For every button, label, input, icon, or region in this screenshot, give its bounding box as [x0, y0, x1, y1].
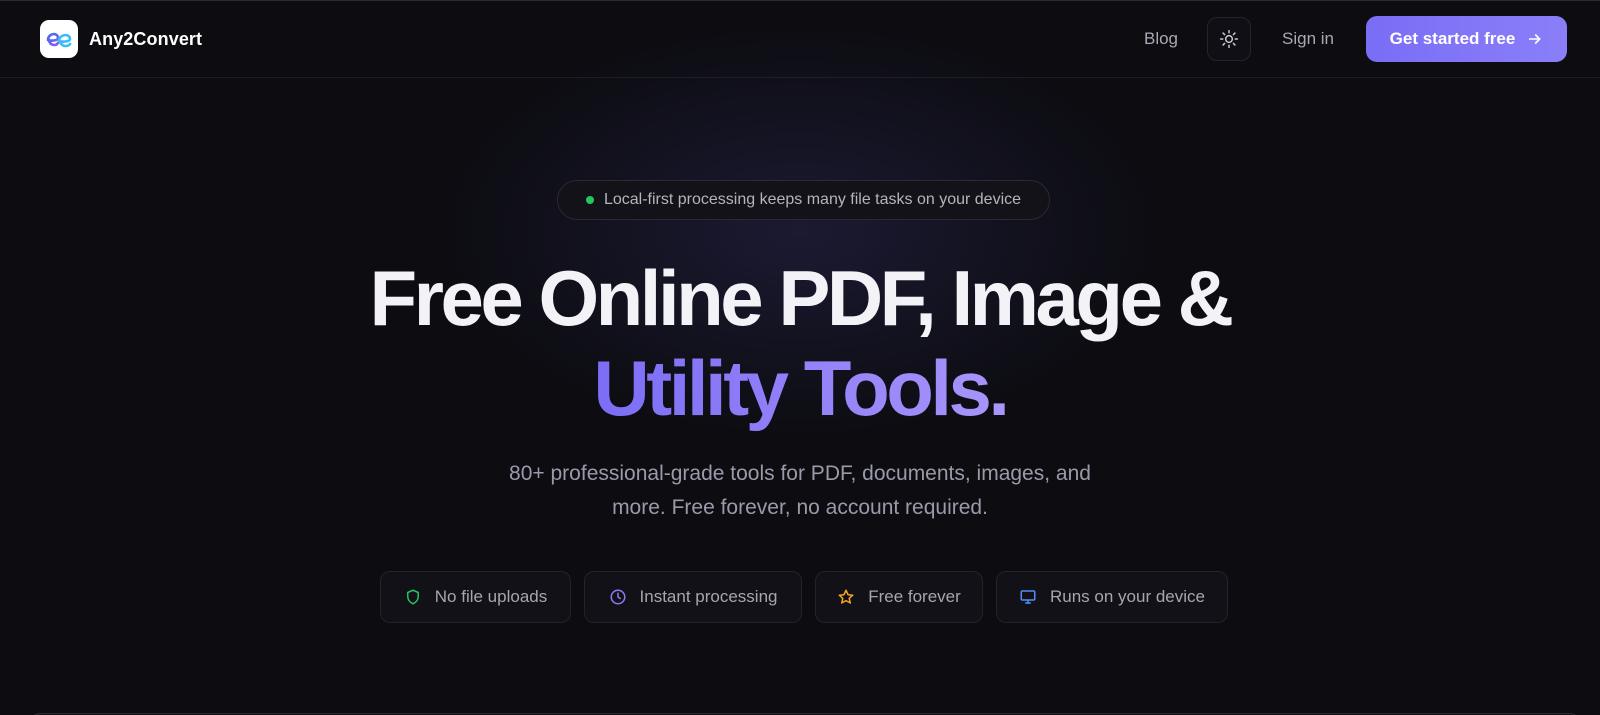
status-dot	[585, 196, 594, 204]
feature-chips: No file uploads Instant processing Free …	[380, 571, 1228, 623]
feature-free-forever: Free forever	[815, 571, 983, 623]
monitor-icon	[1020, 590, 1036, 604]
sign-in-link[interactable]: Sign in	[1282, 29, 1334, 49]
feature-label: Free forever	[868, 587, 961, 606]
top-nav-bar: Any2Convert Blog Sign in Get started fre…	[0, 1, 1600, 78]
blog-link[interactable]: Blog	[1144, 29, 1178, 49]
brand[interactable]: Any2Convert	[40, 20, 202, 58]
subtitle-line-2: more. Free forever, no account required.	[612, 496, 988, 519]
hero-headline: Free Online PDF, Image & Utility Tools.	[0, 253, 1600, 433]
hero-subtitle: 80+ professional-grade tools for PDF, do…	[0, 457, 1600, 525]
feature-no-file-uploads: No file uploads	[380, 571, 571, 623]
sun-icon	[1219, 29, 1239, 49]
feature-label: No file uploads	[434, 587, 548, 606]
feature-instant-processing: Instant processing	[584, 571, 802, 623]
headline-line-2: Utility Tools.	[593, 344, 1010, 432]
nav-links: Blog Sign in Get started free	[1144, 16, 1567, 62]
headline-line-1: Free Online PDF, Image &	[369, 254, 1234, 342]
page: Any2Convert Blog Sign in Get started fre…	[0, 0, 1600, 715]
badge-text: Local-first processing keeps many file t…	[603, 191, 1022, 208]
local-first-badge: Local-first processing keeps many file t…	[557, 180, 1050, 220]
clock-icon	[610, 589, 626, 605]
get-started-button[interactable]: Get started free	[1366, 16, 1567, 62]
brand-name: Any2Convert	[89, 28, 203, 49]
feature-label: Instant processing	[639, 587, 778, 606]
subtitle-line-1: 80+ professional-grade tools for PDF, do…	[509, 462, 1091, 485]
feature-label: Runs on your device	[1050, 587, 1205, 606]
star-icon	[838, 589, 854, 604]
get-started-label: Get started free	[1389, 29, 1516, 48]
any2convert-logo-icon	[40, 20, 78, 58]
theme-toggle-button[interactable]	[1207, 17, 1252, 61]
feature-runs-on-device: Runs on your device	[996, 571, 1228, 623]
arrow-right-icon	[1529, 34, 1541, 44]
shield-icon	[406, 589, 419, 605]
